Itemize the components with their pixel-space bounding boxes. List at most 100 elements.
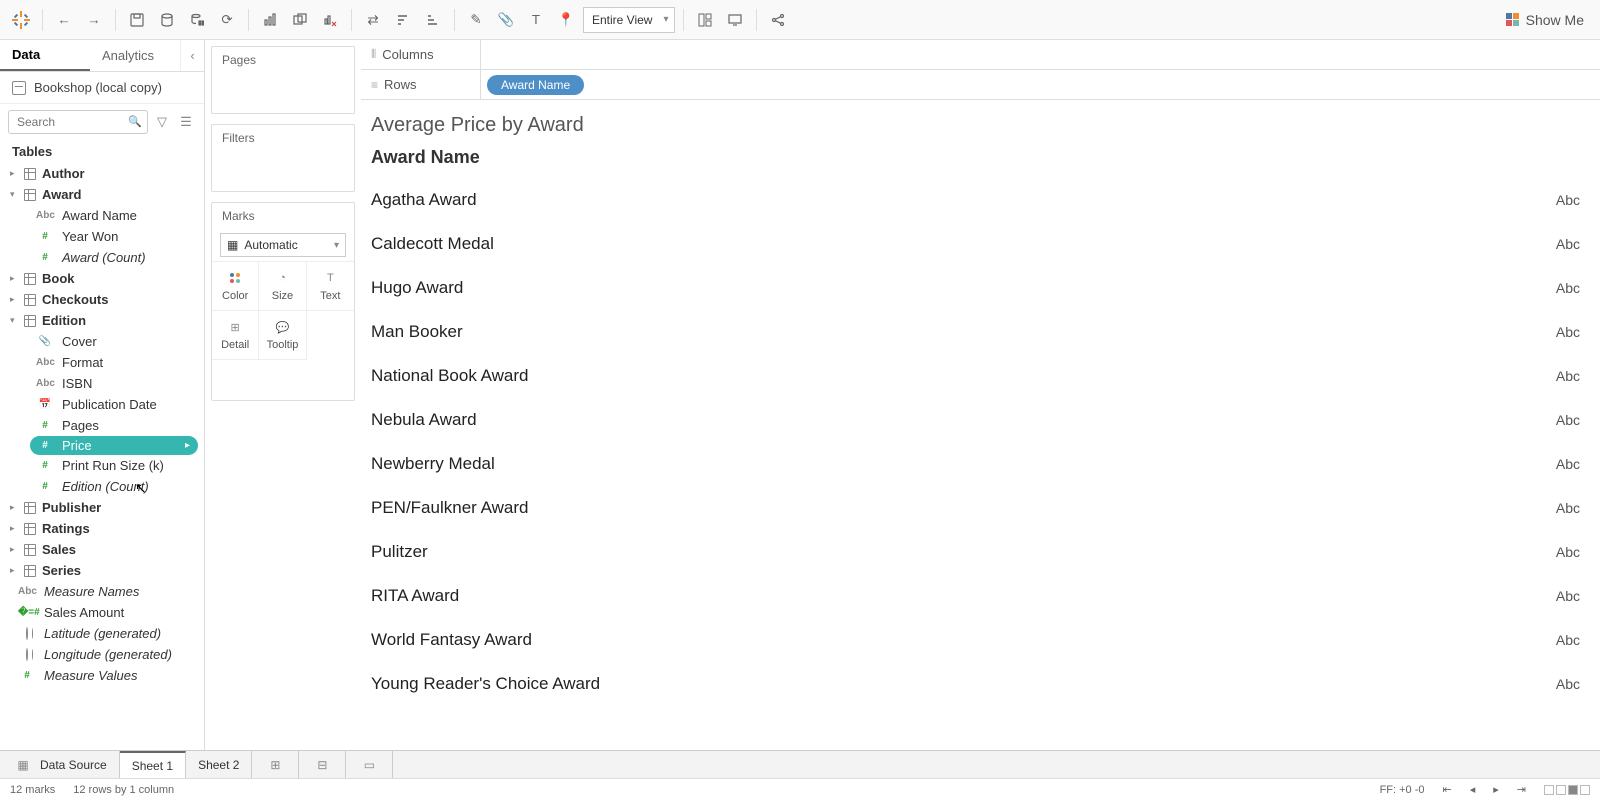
status-bar: 12 marks 12 rows by 1 column FF: +0 -0 ⇤… [0,778,1600,800]
logo-icon[interactable] [8,7,34,33]
field-edition-count[interactable]: #Edition (Count) [0,476,204,497]
view-row[interactable]: RITA AwardAbc [371,574,1600,618]
tab-analytics[interactable]: Analytics [90,40,180,71]
nav-last-icon[interactable]: ⇥ [1517,783,1526,796]
table-checkouts[interactable]: ▸Checkouts [0,289,204,310]
show-me-button[interactable]: Show Me [1498,7,1592,33]
nav-next-icon[interactable]: ▸ [1493,783,1499,796]
field-measure-names[interactable]: AbcMeasure Names [0,581,204,602]
field-measure-values[interactable]: #Measure Values [0,665,204,686]
field-print-run[interactable]: #Print Run Size (k) [0,455,204,476]
mark-text[interactable]: TText [307,262,354,311]
show-cards-icon[interactable] [692,7,718,33]
field-latitude[interactable]: Latitude (generated) [0,623,204,644]
filters-card[interactable]: Filters [211,124,355,192]
pages-card[interactable]: Pages [211,46,355,114]
data-panel: Data Analytics ‹ Bookshop (local copy) 🔍… [0,40,205,750]
refresh-icon[interactable]: ⟳ [214,7,240,33]
view-row[interactable]: World Fantasy AwardAbc [371,618,1600,662]
filter-icon[interactable]: ▽ [152,112,172,132]
view-row[interactable]: Newberry MedalAbc [371,442,1600,486]
pill-award-name[interactable]: Award Name [487,75,584,95]
field-longitude[interactable]: Longitude (generated) [0,644,204,665]
view-row[interactable]: Young Reader's Choice AwardAbc [371,662,1600,706]
new-sheet-icon[interactable]: ⊞ [252,751,299,778]
new-worksheet-icon[interactable] [257,7,283,33]
table-book[interactable]: ▸Book [0,268,204,289]
columns-shelf[interactable]: ⦀Columns [361,40,1600,70]
clear-icon[interactable] [317,7,343,33]
automatic-icon: ▦ [227,238,238,252]
tab-data[interactable]: Data [0,40,90,71]
view-row[interactable]: Man BookerAbc [371,310,1600,354]
nav-first-icon[interactable]: ⇤ [1443,783,1452,796]
pin-icon[interactable]: 📍 [553,7,579,33]
rows-shelf[interactable]: ≡Rows Award Name [361,70,1600,100]
status-dims: 12 rows by 1 column [73,784,174,796]
field-isbn[interactable]: AbcISBN [0,373,204,394]
data-source-icon: ▦ [12,758,34,772]
field-pages[interactable]: #Pages [0,415,204,436]
highlight-icon[interactable]: ✎ [463,7,489,33]
pause-updates-icon[interactable] [184,7,210,33]
view-mode-cells[interactable] [1544,785,1590,795]
save-icon[interactable] [124,7,150,33]
status-marks: 12 marks [10,784,55,796]
collapse-panel-icon[interactable]: ‹ [180,40,204,71]
new-datasource-icon[interactable] [154,7,180,33]
text-icon[interactable]: T [523,7,549,33]
presentation-icon[interactable] [722,7,748,33]
new-story-icon[interactable]: ▭ [346,751,393,778]
table-award[interactable]: ▾Award [0,184,204,205]
table-sales[interactable]: ▸Sales [0,539,204,560]
new-dashboard-icon[interactable]: ⊟ [299,751,346,778]
worksheet: ⦀Columns ≡Rows Award Name Average Price … [361,40,1600,750]
mark-size[interactable]: ◔Size [259,262,306,311]
field-pub-date[interactable]: 📅Publication Date [0,394,204,415]
view-row[interactable]: Nebula AwardAbc [371,398,1600,442]
field-price[interactable]: #Price [30,436,198,455]
duplicate-icon[interactable] [287,7,313,33]
view-row[interactable]: PEN/Faulkner AwardAbc [371,486,1600,530]
tab-sheet2[interactable]: Sheet 2 [186,751,252,778]
table-publisher[interactable]: ▸Publisher [0,497,204,518]
field-award-count[interactable]: #Award (Count) [0,247,204,268]
field-format[interactable]: AbcFormat [0,352,204,373]
share-icon[interactable] [765,7,791,33]
view-row[interactable]: PulitzerAbc [371,530,1600,574]
forward-icon[interactable]: → [81,7,107,33]
view-mode-icon[interactable]: ☰ [176,112,196,132]
columns-icon: ⦀ [371,47,376,62]
rows-icon: ≡ [371,78,378,92]
datasource-icon [12,81,26,95]
sort-asc-icon[interactable] [390,7,416,33]
view-row[interactable]: Agatha AwardAbc [371,178,1600,222]
field-cover[interactable]: 📎Cover [0,331,204,352]
mark-tooltip[interactable]: 💬Tooltip [259,311,306,360]
mark-color[interactable]: Color [212,262,259,311]
back-icon[interactable]: ← [51,7,77,33]
show-me-icon [1506,13,1520,27]
field-award-name[interactable]: AbcAward Name [0,205,204,226]
view-row[interactable]: Caldecott MedalAbc [371,222,1600,266]
mark-type-selector[interactable]: ▦ Automatic [220,233,346,257]
view-row[interactable]: National Book AwardAbc [371,354,1600,398]
fit-selector[interactable]: Entire View [583,7,675,33]
search-input[interactable]: 🔍 [8,110,148,134]
nav-prev-icon[interactable]: ◂ [1470,783,1476,796]
sort-desc-icon[interactable] [420,7,446,33]
table-author[interactable]: ▸Author [0,163,204,184]
table-ratings[interactable]: ▸Ratings [0,518,204,539]
table-edition[interactable]: ▾Edition [0,310,204,331]
field-sales-amount[interactable]: �=#Sales Amount [0,602,204,623]
tab-data-source[interactable]: ▦Data Source [0,751,120,778]
view-title[interactable]: Average Price by Award [371,110,1600,143]
tab-sheet1[interactable]: Sheet 1 [120,751,186,778]
swap-icon[interactable]: ⇄ [360,7,386,33]
mark-detail[interactable]: ⊞Detail [212,311,259,360]
attach-icon[interactable]: 📎 [493,7,519,33]
field-year-won[interactable]: #Year Won [0,226,204,247]
view-row[interactable]: Hugo AwardAbc [371,266,1600,310]
datasource-row[interactable]: Bookshop (local copy) [0,72,204,104]
table-series[interactable]: ▸Series [0,560,204,581]
